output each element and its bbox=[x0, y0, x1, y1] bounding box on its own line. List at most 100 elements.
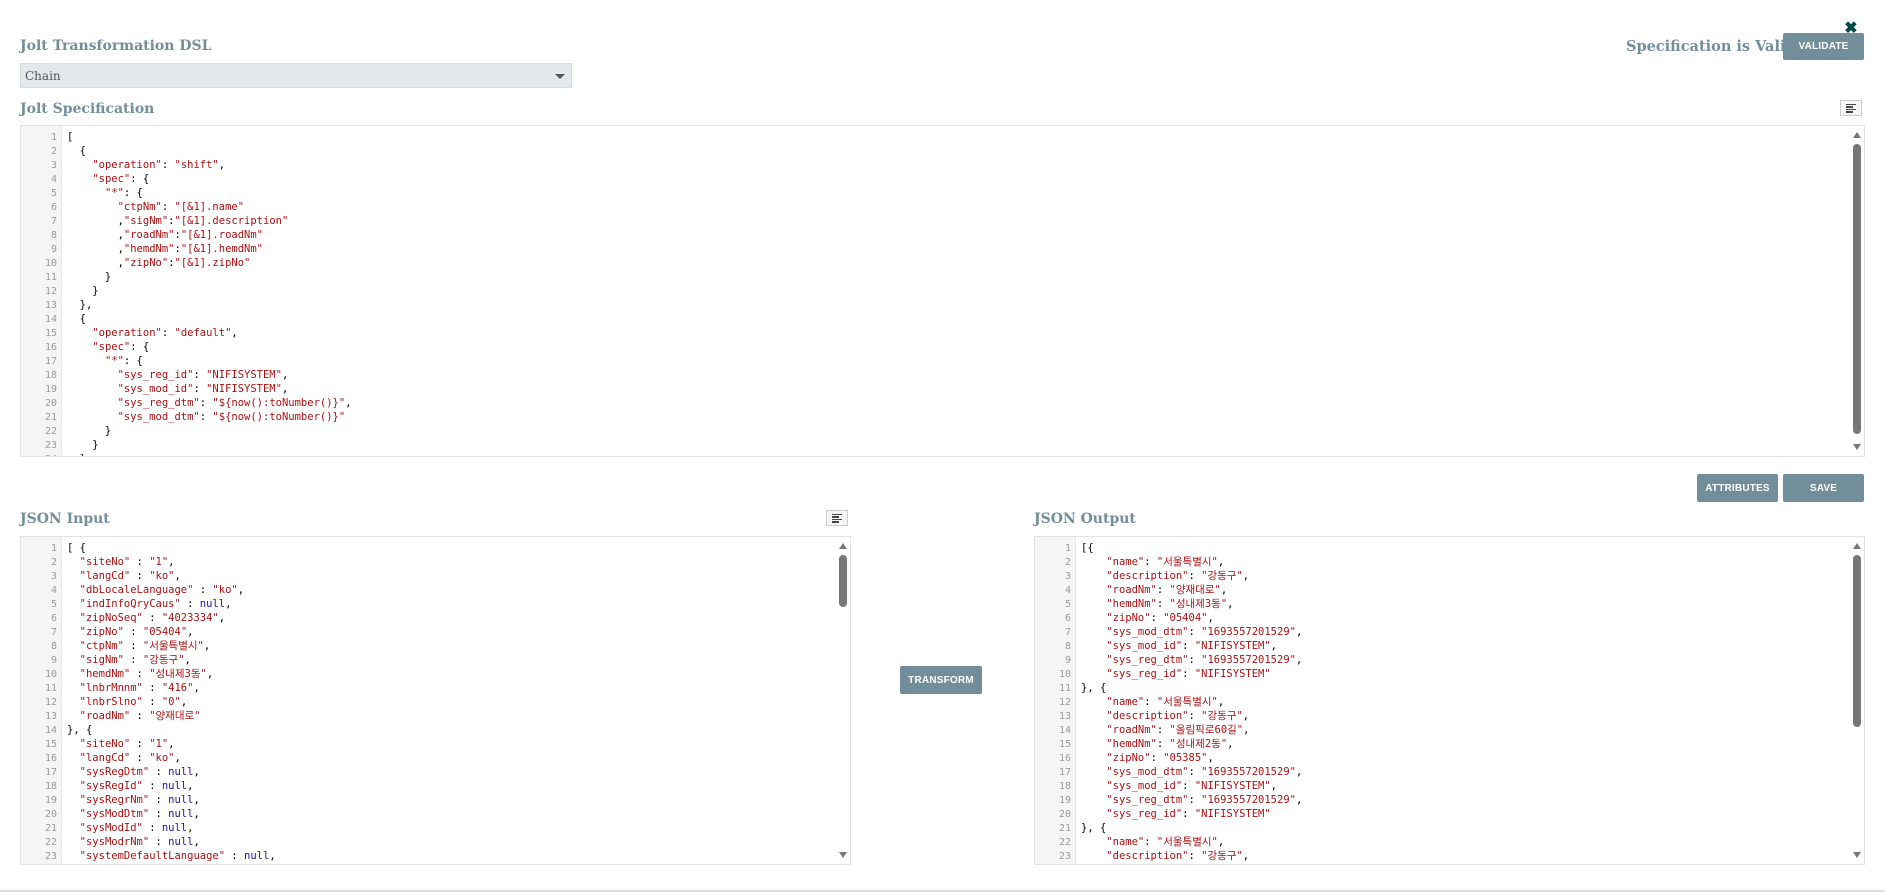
code-line[interactable]: 24 } bbox=[21, 452, 1850, 456]
code-line[interactable]: 20 "sys_reg_id": "NIFISYSTEM" bbox=[1035, 807, 1850, 821]
code-line[interactable]: 19 "sys_mod_id": "NIFISYSTEM", bbox=[21, 382, 1850, 396]
scroll-down-icon[interactable] bbox=[839, 852, 847, 858]
code-line[interactable]: 9 "sys_reg_dtm": "1693557201529", bbox=[1035, 653, 1850, 667]
code-line[interactable]: 3 "operation": "shift", bbox=[21, 158, 1850, 172]
code-line[interactable]: 10 "sys_reg_id": "NIFISYSTEM" bbox=[1035, 667, 1850, 681]
code-line[interactable]: 2 "siteNo" : "1", bbox=[21, 555, 836, 569]
code-line[interactable]: 10 ,"zipNo":"[&1].zipNo" bbox=[21, 256, 1850, 270]
code-line[interactable]: 14 { bbox=[21, 312, 1850, 326]
code-line[interactable]: 17 "sys_mod_dtm": "1693557201529", bbox=[1035, 765, 1850, 779]
code-line[interactable]: 6 "zipNo": "05404", bbox=[1035, 611, 1850, 625]
code-line[interactable]: 22 } bbox=[21, 424, 1850, 438]
code-line[interactable]: 16 "zipNo": "05385", bbox=[1035, 751, 1850, 765]
format-input-icon[interactable] bbox=[826, 510, 848, 526]
code-line[interactable]: 18 "sys_reg_id": "NIFISYSTEM", bbox=[21, 368, 1850, 382]
code-line[interactable]: 4 "spec": { bbox=[21, 172, 1850, 186]
code-line[interactable]: 12 } bbox=[21, 284, 1850, 298]
code-line[interactable]: 2 "name": "서울특별시", bbox=[1035, 555, 1850, 569]
code-line[interactable]: 23 } bbox=[21, 438, 1850, 452]
code-line[interactable]: 12 "lnbrSlno" : "0", bbox=[21, 695, 836, 709]
code-line[interactable]: 13 "description": "강동구", bbox=[1035, 709, 1850, 723]
code-line[interactable]: 15 "hemdNm": "성내제2동", bbox=[1035, 737, 1850, 751]
input-scrollbar[interactable] bbox=[836, 537, 850, 864]
code-line[interactable]: 23 "description": "강동구", bbox=[1035, 849, 1850, 863]
line-number: 14 bbox=[44, 314, 57, 325]
code-line[interactable]: 17 "*": { bbox=[21, 354, 1850, 368]
code-line[interactable]: 19 "sys_reg_dtm": "1693557201529", bbox=[1035, 793, 1850, 807]
code-line[interactable]: 7 "zipNo" : "05404", bbox=[21, 625, 836, 639]
code-line[interactable]: 21}, { bbox=[1035, 821, 1850, 835]
line-number: 23 bbox=[1058, 851, 1071, 862]
scroll-up-icon[interactable] bbox=[1853, 543, 1861, 549]
code-line[interactable]: 22 "name": "서울특별시", bbox=[1035, 835, 1850, 849]
code-text: "systemDefaultLanguage" : null, bbox=[79, 850, 276, 862]
code-line[interactable]: 11 } bbox=[21, 270, 1850, 284]
output-scrollbar[interactable] bbox=[1850, 537, 1864, 864]
code-line[interactable]: 13 "roadNm" : "양재대로" bbox=[21, 709, 836, 723]
transform-button[interactable]: TRANSFORM bbox=[900, 666, 982, 694]
spec-scroll-thumb[interactable] bbox=[1853, 144, 1861, 434]
code-line[interactable]: 11}, { bbox=[1035, 681, 1850, 695]
input-editor[interactable]: 1[ {2 "siteNo" : "1", 3 "langCd" : "ko", 4… bbox=[20, 536, 851, 865]
line-number: 7 bbox=[50, 216, 57, 227]
scroll-down-icon[interactable] bbox=[1853, 852, 1861, 858]
input-scroll-thumb[interactable] bbox=[839, 555, 847, 607]
code-line[interactable]: 5 "hemdNm": "성내제3동", bbox=[1035, 597, 1850, 611]
code-line[interactable]: 6 "zipNoSeq" : "4023334", bbox=[21, 611, 836, 625]
code-line[interactable]: 20 "sysModDtm" : null, bbox=[21, 807, 836, 821]
code-line[interactable]: 15 "operation": "default", bbox=[21, 326, 1850, 340]
output-editor[interactable]: 1[{2 "name": "서울특별시", 3 "description": "강… bbox=[1034, 536, 1865, 865]
code-line[interactable]: 12 "name": "서울특별시", bbox=[1035, 695, 1850, 709]
code-line[interactable]: 3 "langCd" : "ko", bbox=[21, 569, 836, 583]
scroll-up-icon[interactable] bbox=[839, 543, 847, 549]
save-button[interactable]: SAVE bbox=[1783, 474, 1864, 502]
code-line[interactable]: 22 "sysModrNm" : null, bbox=[21, 835, 836, 849]
code-line[interactable]: 17 "sysRegDtm" : null, bbox=[21, 765, 836, 779]
code-text: "lnbrSlno" : "0", bbox=[79, 696, 188, 708]
code-line[interactable]: 20 "sys_reg_dtm": "${now():toNumber()}", bbox=[21, 396, 1850, 410]
code-line[interactable]: 5 "*": { bbox=[21, 186, 1850, 200]
code-line[interactable]: 6 "ctpNm": "[&1].name" bbox=[21, 200, 1850, 214]
code-line[interactable]: 13 }, bbox=[21, 298, 1850, 312]
code-text: "dbLocaleLanguage" : "ko", bbox=[79, 584, 245, 596]
code-line[interactable]: 1[ bbox=[21, 130, 1850, 144]
validate-button[interactable]: VALIDATE bbox=[1783, 33, 1864, 60]
scroll-up-icon[interactable] bbox=[1853, 132, 1861, 138]
spec-scrollbar[interactable] bbox=[1850, 126, 1864, 456]
code-line[interactable]: 8 "ctpNm" : "서울특별시", bbox=[21, 639, 836, 653]
code-line[interactable]: 11 "lnbrMnnm" : "416", bbox=[21, 681, 836, 695]
code-line[interactable]: 1 [ { bbox=[21, 541, 836, 555]
code-line[interactable]: 7 "sys_mod_dtm": "1693557201529", bbox=[1035, 625, 1850, 639]
code-line[interactable]: 24 "dbLocaleLanguage" : "ko", bbox=[21, 863, 836, 864]
scroll-down-icon[interactable] bbox=[1853, 444, 1861, 450]
code-line[interactable]: 21 "sys_mod_dtm": "${now():toNumber()}" bbox=[21, 410, 1850, 424]
code-line[interactable]: 5 "indInfoQryCaus" : null, bbox=[21, 597, 836, 611]
format-spec-icon[interactable] bbox=[1840, 100, 1862, 116]
code-line[interactable]: 4 "roadNm": "양재대로", bbox=[1035, 583, 1850, 597]
code-line[interactable]: 14}, { bbox=[21, 723, 836, 737]
code-line[interactable]: 16 "spec": { bbox=[21, 340, 1850, 354]
code-line[interactable]: 14 "roadNm": "올림픽로60길", bbox=[1035, 723, 1850, 737]
code-line[interactable]: 3 "description": "강동구", bbox=[1035, 569, 1850, 583]
code-line[interactable]: 15 "siteNo" : "1", bbox=[21, 737, 836, 751]
code-line[interactable]: 23 "systemDefaultLanguage" : null, bbox=[21, 849, 836, 863]
dsl-select[interactable]: Chain bbox=[20, 63, 572, 88]
code-line[interactable]: 9 ,"hemdNm":"[&1].hemdNm" bbox=[21, 242, 1850, 256]
code-line[interactable]: 18 "sysRegId" : null, bbox=[21, 779, 836, 793]
code-line[interactable]: 18 "sys_mod_id": "NIFISYSTEM", bbox=[1035, 779, 1850, 793]
code-line[interactable]: 16 "langCd" : "ko", bbox=[21, 751, 836, 765]
code-line[interactable]: 9 "sigNm" : "강동구", bbox=[21, 653, 836, 667]
code-line[interactable]: 4 "dbLocaleLanguage" : "ko", bbox=[21, 583, 836, 597]
line-number: 19 bbox=[44, 795, 57, 806]
code-line[interactable]: 2 { bbox=[21, 144, 1850, 158]
code-line[interactable]: 10 "hemdNm" : "성내제3동", bbox=[21, 667, 836, 681]
code-line[interactable]: 7 ,"sigNm":"[&1].description" bbox=[21, 214, 1850, 228]
code-line[interactable]: 21 "sysModId" : null, bbox=[21, 821, 836, 835]
code-line[interactable]: 19 "sysRegrNm" : null, bbox=[21, 793, 836, 807]
code-line[interactable]: 8 "sys_mod_id": "NIFISYSTEM", bbox=[1035, 639, 1850, 653]
spec-editor[interactable]: 1[2 {3 "operation": "shift", 4 "spec": {5… bbox=[20, 125, 1865, 457]
code-line[interactable]: 1 [{ bbox=[1035, 541, 1850, 555]
code-line[interactable]: 8 ,"roadNm":"[&1].roadNm" bbox=[21, 228, 1850, 242]
attributes-button[interactable]: ATTRIBUTES bbox=[1697, 474, 1778, 502]
output-scroll-thumb[interactable] bbox=[1853, 555, 1861, 727]
